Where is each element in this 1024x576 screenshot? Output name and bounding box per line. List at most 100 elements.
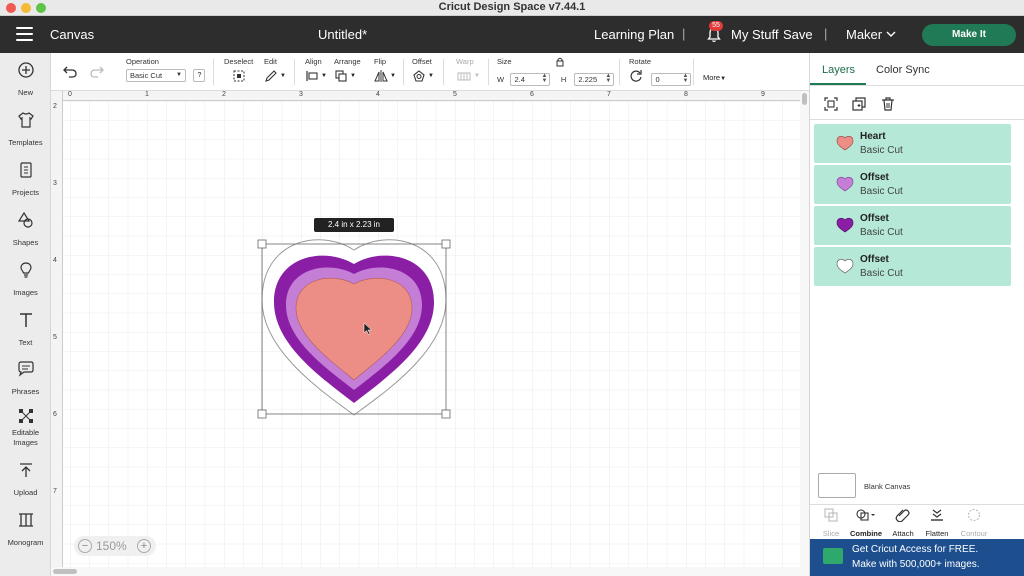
rotate-icon[interactable]	[629, 69, 643, 82]
layer-name: Offset	[860, 172, 889, 183]
make-it-button[interactable]: Make It	[922, 24, 1016, 46]
chevron-down-icon[interactable]: ▼	[350, 73, 356, 79]
width-input[interactable]: 2.4 ▲ ▼	[510, 73, 551, 86]
chevron-down-icon[interactable]: ▼	[474, 73, 480, 79]
flip-icon[interactable]	[374, 69, 388, 83]
chevron-down-icon[interactable]: ▼	[428, 73, 434, 79]
offset-icon[interactable]	[412, 69, 426, 83]
ruler-tick-label: 2	[53, 103, 57, 110]
width-value: 2.4	[514, 75, 525, 84]
horizontal-scrollbar[interactable]	[51, 567, 809, 576]
size-tooltip: 2.4 in x 2.23 in	[314, 218, 394, 232]
save-button[interactable]: Save	[783, 27, 813, 42]
undo-icon[interactable]	[63, 66, 78, 78]
document-title[interactable]: Untitled*	[318, 27, 367, 42]
slice-label: Slice	[822, 529, 840, 538]
layer-name: Heart	[860, 131, 886, 142]
ruler-tick-label: 5	[53, 334, 57, 341]
sidebar-item-projects[interactable]: Projects	[0, 161, 51, 200]
attach-button[interactable]: Attach	[885, 508, 921, 538]
flatten-icon	[931, 509, 943, 521]
edit-label: Edit	[264, 57, 277, 66]
chevron-down-icon: ▼	[720, 76, 727, 82]
warp-icon[interactable]	[456, 69, 472, 83]
zoom-in-button[interactable]: +	[137, 539, 151, 553]
operation-value: Basic Cut	[130, 71, 163, 80]
ruler-tick-label: 6	[530, 91, 534, 98]
sidebar-item-shapes[interactable]: Shapes	[0, 211, 51, 250]
spinner-icon[interactable]: ▲ ▼	[683, 73, 689, 84]
design-canvas[interactable]	[51, 91, 800, 567]
cricut-access-promo[interactable]: Get Cricut Access for FREE. Make with 50…	[810, 539, 1024, 576]
spinner-icon[interactable]: ▲ ▼	[605, 73, 611, 84]
more-button[interactable]: More▼	[703, 67, 726, 85]
duplicate-icon[interactable]	[851, 96, 867, 112]
toolbar-divider	[693, 59, 694, 85]
sidebar-item-label: Projects	[11, 188, 40, 197]
redo-icon[interactable]	[89, 66, 104, 78]
size-group: Size W 2.4 ▲ ▼ H 2.225 ▲ ▼	[497, 57, 615, 87]
contour-button[interactable]: Contour	[956, 508, 992, 538]
operation-help-button[interactable]: ?	[193, 69, 206, 82]
combine-button[interactable]: Combine	[848, 508, 884, 538]
tab-color-sync[interactable]: Color Sync	[876, 64, 930, 76]
layer-operation: Basic Cut	[860, 145, 903, 156]
layer-heart[interactable]: Heart Basic Cut	[814, 124, 1011, 163]
sidebar-item-monogram[interactable]: Monogram	[0, 511, 51, 550]
sidebar-item-images[interactable]: Images	[0, 261, 51, 300]
align-icon[interactable]	[305, 69, 319, 83]
heart-icon	[836, 135, 854, 151]
sidebar-item-upload[interactable]: Upload	[0, 461, 51, 500]
group-icon[interactable]	[823, 96, 839, 112]
height-input[interactable]: 2.225 ▲ ▼	[574, 73, 615, 86]
sidebar-item-label: Templates	[8, 138, 43, 147]
layer-offset[interactable]: Offset Basic Cut	[814, 247, 1011, 286]
layer-operation: Basic Cut	[860, 227, 903, 238]
shirt-icon	[17, 112, 34, 128]
sidebar-item-templates[interactable]: Templates	[0, 111, 51, 150]
selection-handle	[257, 409, 267, 419]
scrollbar-thumb[interactable]	[802, 93, 807, 105]
slice-button[interactable]: Slice	[813, 508, 849, 538]
contour-icon	[967, 508, 981, 522]
tab-layers[interactable]: Layers	[822, 64, 855, 76]
blank-canvas-swatch[interactable]	[818, 473, 856, 498]
pen-icon[interactable]	[264, 69, 278, 83]
hamburger-menu-icon[interactable]	[16, 27, 33, 41]
flatten-button[interactable]: Flatten	[919, 508, 955, 538]
rotate-value: 0	[655, 75, 660, 84]
ruler-tick-label: 3	[53, 180, 57, 187]
my-stuff-link[interactable]: My Stuff	[731, 27, 778, 42]
sidebar-item-text[interactable]: Text	[0, 311, 51, 350]
deselect-icon[interactable]	[232, 69, 246, 83]
operation-select[interactable]: Basic Cut ▼	[126, 69, 186, 82]
rotate-input[interactable]: 0 ▲ ▼	[651, 73, 692, 86]
learning-plan-link[interactable]: Learning Plan	[594, 27, 674, 42]
toolbar: Operation Basic Cut ▼ ? Deselect Edit ▼ A…	[51, 53, 809, 91]
align-group: Align ▼	[305, 57, 327, 83]
zoom-out-button[interactable]: −	[78, 539, 92, 553]
spinner-icon[interactable]: ▲ ▼	[542, 73, 548, 84]
vertical-scrollbar[interactable]	[800, 91, 809, 567]
scrollbar-thumb[interactable]	[53, 569, 77, 574]
ruler-tick-label: 8	[684, 91, 688, 98]
sidebar-item-phrases[interactable]: Phrases	[0, 360, 51, 399]
layer-offset[interactable]: Offset Basic Cut	[814, 165, 1011, 204]
trash-icon[interactable]	[880, 96, 896, 112]
lock-icon[interactable]	[556, 57, 564, 67]
arrange-icon[interactable]	[334, 69, 348, 83]
sidebar-item-editable-images[interactable]: Editable Images	[0, 407, 51, 448]
ruler-tick-label: 0	[68, 91, 72, 98]
chevron-down-icon[interactable]: ▼	[280, 73, 286, 79]
machine-selector[interactable]: Maker	[846, 27, 882, 42]
chevron-down-icon[interactable]: ▼	[390, 73, 396, 79]
layer-offset[interactable]: Offset Basic Cut	[814, 206, 1011, 245]
heart-design[interactable]	[51, 91, 800, 567]
layer-name: Offset	[860, 254, 889, 265]
chevron-down-icon[interactable]: ▼	[321, 73, 327, 79]
combine-label: Combine	[849, 529, 883, 538]
chevron-down-icon[interactable]	[886, 31, 896, 38]
toolbar-divider	[213, 59, 214, 85]
lightbulb-icon	[19, 262, 32, 278]
sidebar-item-new[interactable]: New	[0, 61, 51, 100]
